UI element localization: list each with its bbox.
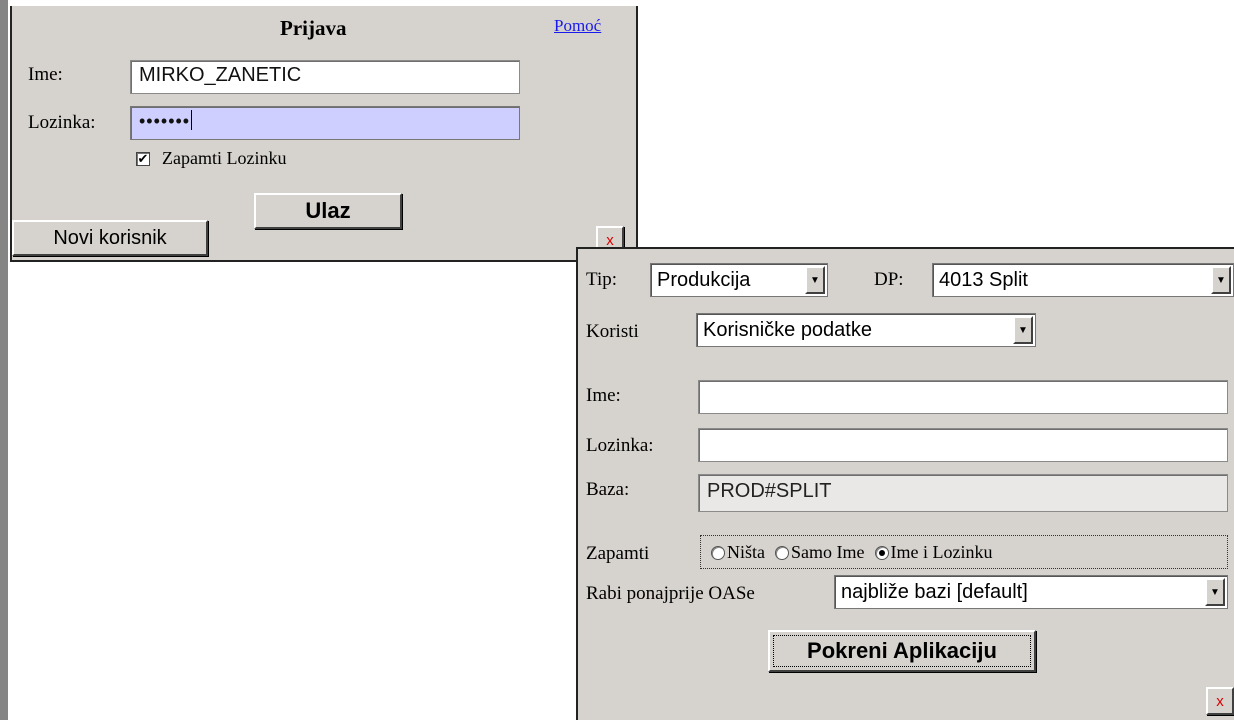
close-icon: x [606, 231, 614, 249]
remember-password-label: Zapamti Lozinku [162, 148, 287, 168]
oas-label: Rabi ponajprije OASe [586, 583, 755, 604]
oas-select-value: najbliže bazi [default] [841, 580, 1028, 603]
new-user-button[interactable]: Novi korisnik [12, 220, 208, 256]
launch-application-button[interactable]: Pokreni Aplikaciju [768, 630, 1036, 672]
radio-option-ime-i-lozinku[interactable]: Ime i Lozinku [874, 541, 993, 563]
checkmark-icon: ✔ [137, 151, 149, 167]
settings-close-button[interactable]: x [1206, 687, 1234, 715]
remember-password-checkbox[interactable]: ✔ [136, 152, 150, 166]
login-panel: Prijava Pomoć Ime: MIRKO_ZANETIC Lozinka… [10, 6, 638, 262]
password-dots: ••••••• [139, 111, 191, 131]
chevron-down-icon: ▼ [1211, 266, 1231, 294]
use-select-value: Korisničke podatke [703, 318, 872, 341]
remember-label: Zapamti [586, 543, 650, 564]
radio-label: Ime i Lozinku [890, 541, 993, 562]
dp-select[interactable]: 4013 Split ▼ [932, 263, 1234, 297]
oas-select[interactable]: najbliže bazi [default] ▼ [834, 575, 1228, 609]
radio-button[interactable] [711, 545, 725, 560]
settings-name-input[interactable] [698, 380, 1228, 414]
login-password-label: Lozinka: [28, 112, 96, 133]
remember-radio-group: Ništa Samo Ime Ime i Lozinku [700, 535, 1228, 569]
radio-label: Samo Ime [791, 541, 865, 562]
login-name-input[interactable]: MIRKO_ZANETIC [130, 60, 520, 94]
close-icon: x [1216, 692, 1224, 710]
login-title: Prijava [280, 16, 347, 40]
radio-button-selected[interactable] [874, 545, 889, 560]
help-link[interactable]: Pomoć [554, 16, 601, 36]
settings-password-input[interactable] [698, 428, 1228, 462]
login-name-label: Ime: [28, 64, 63, 85]
login-submit-button[interactable]: Ulaz [254, 193, 402, 229]
radio-button[interactable] [775, 545, 789, 560]
radio-option-nista[interactable]: Ništa [711, 542, 765, 563]
use-select[interactable]: Korisničke podatke ▼ [696, 313, 1036, 347]
dp-select-value: 4013 Split [939, 268, 1028, 291]
settings-panel: Tip: Produkcija ▼ DP: 4013 Split ▼ Koris… [576, 247, 1234, 720]
radio-label: Ništa [727, 541, 765, 562]
use-label: Koristi [586, 321, 639, 342]
database-label: Baza: [586, 479, 630, 500]
text-cursor [191, 110, 193, 130]
database-field: PROD#SPLIT [698, 474, 1228, 512]
settings-password-label: Lozinka: [586, 435, 654, 456]
dp-label: DP: [874, 269, 904, 290]
chevron-down-icon: ▼ [805, 266, 825, 294]
chevron-down-icon: ▼ [1013, 316, 1033, 344]
type-select-value: Produkcija [657, 268, 751, 291]
chevron-down-icon: ▼ [1205, 578, 1225, 606]
type-select[interactable]: Produkcija ▼ [650, 263, 828, 297]
radio-option-samo-ime[interactable]: Samo Ime [775, 542, 865, 563]
login-password-input[interactable]: ••••••• [130, 106, 520, 140]
type-label: Tip: [586, 269, 617, 290]
settings-name-label: Ime: [586, 385, 621, 406]
